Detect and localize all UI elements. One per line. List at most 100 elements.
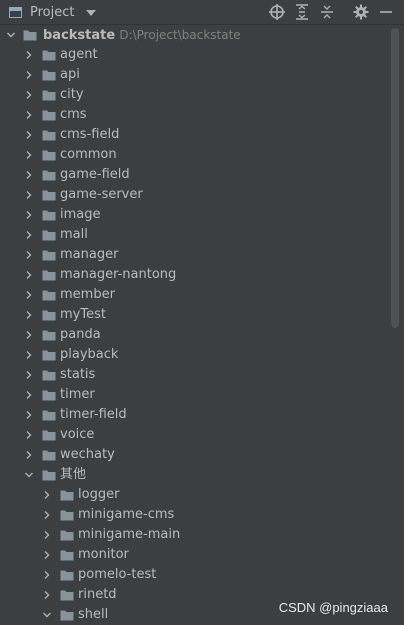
tree-item[interactable]: wechaty xyxy=(0,445,390,465)
tree-item[interactable]: image xyxy=(0,205,390,225)
folder-icon xyxy=(23,30,37,41)
tree-item[interactable]: voice xyxy=(0,425,390,445)
chevron-right-icon[interactable] xyxy=(24,110,34,120)
tool-window-header: Project xyxy=(0,0,404,25)
chevron-right-icon[interactable] xyxy=(24,450,34,460)
chevron-right-icon[interactable] xyxy=(24,230,34,240)
tree-item-label: statis xyxy=(60,367,96,382)
tree-item-label: timer xyxy=(60,387,95,402)
tree-root-row[interactable]: backstate D:\Project\backstate xyxy=(0,25,390,45)
chevron-right-icon[interactable] xyxy=(24,130,34,140)
chevron-right-icon[interactable] xyxy=(24,410,34,420)
tree-item[interactable]: timer xyxy=(0,385,390,405)
chevron-right-icon[interactable] xyxy=(24,190,34,200)
chevron-right-icon[interactable] xyxy=(24,330,34,340)
tree-item[interactable]: playback xyxy=(0,345,390,365)
chevron-right-icon[interactable] xyxy=(42,530,52,540)
tree-item[interactable]: cms-field xyxy=(0,125,390,145)
folder-icon xyxy=(42,290,56,301)
folder-icon xyxy=(42,50,56,61)
folder-icon xyxy=(42,250,56,261)
tree-item[interactable]: timer-field xyxy=(0,405,390,425)
chevron-right-icon[interactable] xyxy=(24,430,34,440)
tree-item[interactable]: pomelo-test xyxy=(0,565,390,585)
chevron-right-icon[interactable] xyxy=(24,250,34,260)
tree-item[interactable]: monitor xyxy=(0,545,390,565)
chevron-right-icon[interactable] xyxy=(42,570,52,580)
tree-item[interactable]: panda xyxy=(0,325,390,345)
tree-item-label: logger xyxy=(78,487,120,502)
tree-item-label: pomelo-test xyxy=(78,567,157,582)
root-folder-path: D:\Project\backstate xyxy=(119,28,241,42)
folder-icon xyxy=(42,330,56,341)
folder-icon xyxy=(42,130,56,141)
chevron-right-icon[interactable] xyxy=(24,150,34,160)
chevron-right-icon[interactable] xyxy=(24,310,34,320)
chevron-right-icon[interactable] xyxy=(42,550,52,560)
tree-item-label: manager xyxy=(60,247,119,262)
tree-item[interactable]: agent xyxy=(0,45,390,65)
chevron-right-icon[interactable] xyxy=(24,290,34,300)
tree-item-label: playback xyxy=(60,347,119,362)
tree-item-label: rinetd xyxy=(78,587,117,602)
chevron-right-icon[interactable] xyxy=(24,50,34,60)
gear-icon[interactable] xyxy=(352,3,370,21)
tree-item-label: myTest xyxy=(60,307,106,322)
folder-icon xyxy=(42,370,56,381)
tree-item[interactable]: game-field xyxy=(0,165,390,185)
chevron-right-icon[interactable] xyxy=(24,210,34,220)
tree-item[interactable]: mall xyxy=(0,225,390,245)
tree-item[interactable]: minigame-main xyxy=(0,525,390,545)
tree-item[interactable]: manager xyxy=(0,245,390,265)
folder-icon xyxy=(60,570,74,581)
folder-icon xyxy=(42,70,56,81)
chevron-right-icon[interactable] xyxy=(24,70,34,80)
chevron-right-icon[interactable] xyxy=(42,590,52,600)
tree-item[interactable]: statis xyxy=(0,365,390,385)
chevron-right-icon[interactable] xyxy=(24,90,34,100)
tree-item-label: cms xyxy=(60,107,87,122)
tree-item[interactable]: game-server xyxy=(0,185,390,205)
folder-icon xyxy=(42,270,56,281)
chevron-right-icon[interactable] xyxy=(42,490,52,500)
folder-icon xyxy=(42,170,56,181)
tree-item-label: timer-field xyxy=(60,407,127,422)
tree-item[interactable]: cms xyxy=(0,105,390,125)
project-tree: backstate D:\Project\backstate agent api c… xyxy=(0,25,390,625)
tree-item[interactable]: manager-nantong xyxy=(0,265,390,285)
folder-icon xyxy=(60,590,74,601)
chevron-right-icon[interactable] xyxy=(42,510,52,520)
chevron-right-icon[interactable] xyxy=(24,270,34,280)
scrollbar-thumb[interactable] xyxy=(391,28,399,328)
chevron-right-icon[interactable] xyxy=(24,370,34,380)
chevron-right-icon[interactable] xyxy=(24,390,34,400)
chevron-down-icon[interactable] xyxy=(6,30,16,40)
project-view-selector[interactable]: Project xyxy=(9,3,97,22)
tree-item[interactable]: common xyxy=(0,145,390,165)
tree-item[interactable]: myTest xyxy=(0,305,390,325)
folder-icon xyxy=(42,190,56,201)
chevron-right-icon[interactable] xyxy=(24,350,34,360)
chevron-right-icon[interactable] xyxy=(24,170,34,180)
folder-icon xyxy=(60,490,74,501)
chevron-down-icon[interactable] xyxy=(24,470,34,480)
tree-item-label: city xyxy=(60,87,84,102)
tree-item[interactable]: 其他 xyxy=(0,465,390,485)
tree-item-label: mall xyxy=(60,227,88,242)
tree-item-label: api xyxy=(60,67,80,82)
tree-item-label: manager-nantong xyxy=(60,267,177,282)
project-view-label: Project xyxy=(30,5,75,20)
folder-icon xyxy=(60,550,74,561)
tree-item[interactable]: minigame-cms xyxy=(0,505,390,525)
crosshair-icon[interactable] xyxy=(268,3,286,21)
chevron-down-icon[interactable] xyxy=(42,610,52,620)
tree-item-label: image xyxy=(60,207,101,222)
tree-item[interactable]: api xyxy=(0,65,390,85)
tree-item[interactable]: city xyxy=(0,85,390,105)
tree-item[interactable]: logger xyxy=(0,485,390,505)
tree-item[interactable]: member xyxy=(0,285,390,305)
minimize-icon[interactable] xyxy=(377,3,395,21)
expand-all-icon[interactable] xyxy=(293,3,311,21)
tree-item-label: member xyxy=(60,287,115,302)
collapse-all-icon[interactable] xyxy=(318,3,336,21)
